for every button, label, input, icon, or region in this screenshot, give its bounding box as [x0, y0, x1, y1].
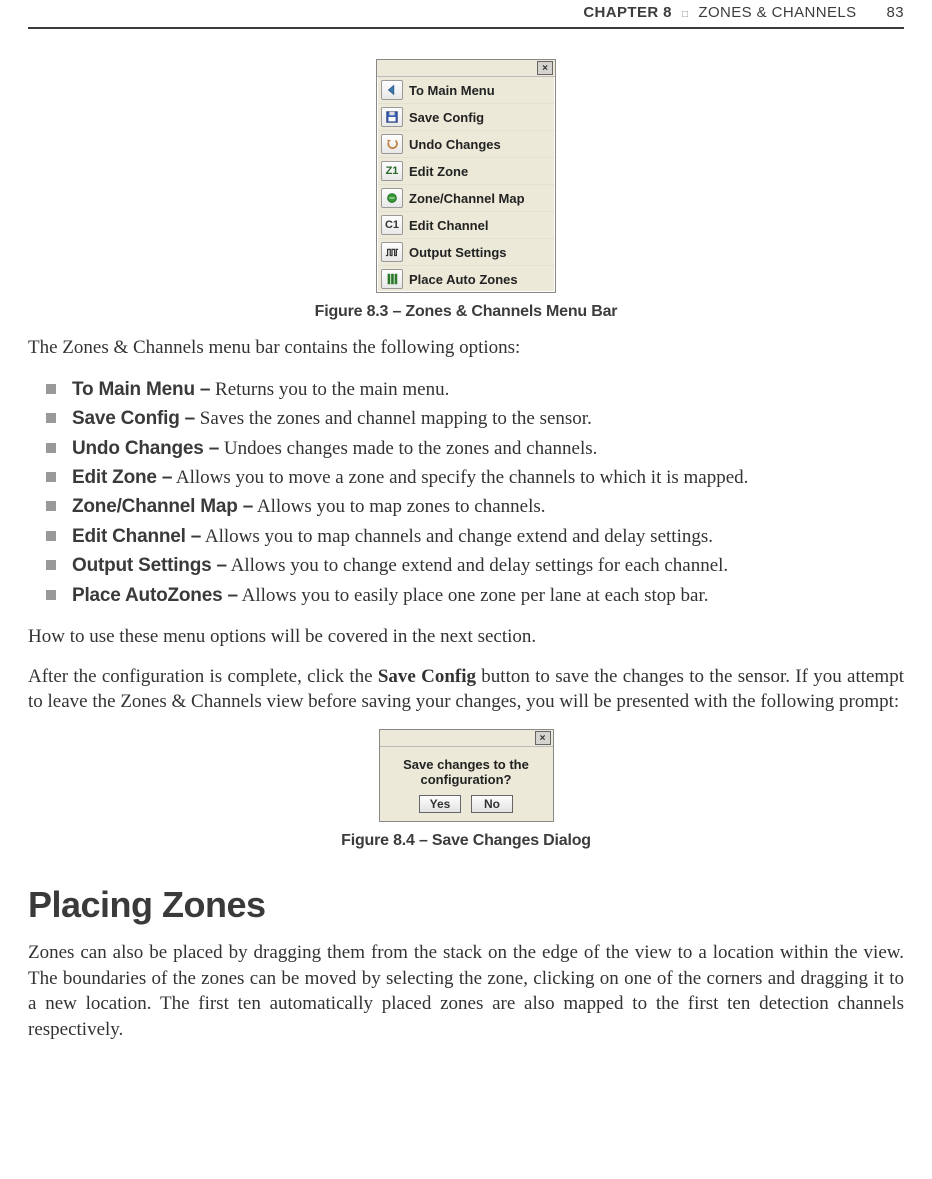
- option-desc: Saves the zones and channel mapping to t…: [195, 408, 592, 429]
- paragraph-next-section: How to use these menu options will be co…: [28, 624, 904, 650]
- option-desc: Allows you to move a zone and specify th…: [172, 467, 748, 488]
- list-item: Undo Changes – Undoes changes made to th…: [46, 434, 904, 463]
- option-desc: Allows you to map channels and change ex…: [201, 526, 713, 547]
- option-desc: Undoes changes made to the zones and cha…: [219, 438, 597, 459]
- undo-icon: [381, 134, 403, 154]
- menu-item-edit-channel[interactable]: C1 Edit Channel: [377, 211, 555, 238]
- options-list: To Main Menu – Returns you to the main m…: [28, 375, 904, 611]
- menu-item-label: Place Auto Zones: [409, 272, 518, 287]
- save-changes-dialog: × Save changes to the configuration? Yes…: [379, 729, 554, 822]
- option-label: Save Config –: [72, 408, 195, 429]
- menu-item-label: Zone/Channel Map: [409, 191, 525, 206]
- option-label: Output Settings –: [72, 555, 227, 576]
- option-desc: Returns you to the main menu.: [210, 379, 449, 400]
- zones-channels-menu-bar: × To Main Menu Save Config Undo Changes: [376, 59, 556, 293]
- list-item: Edit Channel – Allows you to map channel…: [46, 522, 904, 551]
- z1-icon: Z1: [381, 161, 403, 181]
- option-label: Zone/Channel Map –: [72, 496, 253, 517]
- save-icon: [381, 107, 403, 127]
- option-desc: Allows you to map zones to channels.: [253, 496, 545, 517]
- section-title-placing-zones: Placing Zones: [28, 884, 904, 926]
- menu-item-label: Edit Channel: [409, 218, 488, 233]
- close-icon[interactable]: ×: [535, 731, 551, 745]
- menu-item-save-config[interactable]: Save Config: [377, 103, 555, 130]
- chapter-title: ZONES & CHANNELS: [698, 4, 856, 21]
- no-button[interactable]: No: [471, 795, 513, 813]
- section-body-placing-zones: Zones can also be placed by dragging the…: [28, 940, 904, 1043]
- bullet-icon: [46, 443, 56, 453]
- menu-item-label: To Main Menu: [409, 83, 495, 98]
- bullet-icon: [46, 531, 56, 541]
- waveform-icon: [381, 242, 403, 262]
- menu-item-undo-changes[interactable]: Undo Changes: [377, 130, 555, 157]
- option-label: To Main Menu –: [72, 379, 210, 400]
- bullet-icon: [46, 590, 56, 600]
- bullet-icon: [46, 413, 56, 423]
- figure-caption: Figure 8.3 – Zones & Channels Menu Bar: [28, 303, 904, 321]
- intro-paragraph: The Zones & Channels menu bar contains t…: [28, 335, 904, 361]
- bullet-icon: [46, 501, 56, 511]
- figure-caption: Figure 8.4 – Save Changes Dialog: [28, 832, 904, 850]
- list-item: Zone/Channel Map – Allows you to map zon…: [46, 492, 904, 521]
- back-arrow-icon: [381, 80, 403, 100]
- dialog-titlebar: ×: [380, 730, 553, 747]
- option-label: Edit Zone –: [72, 467, 172, 488]
- menu-item-output-settings[interactable]: Output Settings: [377, 238, 555, 265]
- header-separator: □: [682, 9, 688, 20]
- option-label: Edit Channel –: [72, 526, 201, 547]
- bullet-icon: [46, 560, 56, 570]
- option-desc: Allows you to change extend and delay se…: [227, 555, 728, 576]
- figure-menu-bar: × To Main Menu Save Config Undo Changes: [28, 59, 904, 321]
- yes-button[interactable]: Yes: [419, 795, 461, 813]
- menu-item-to-main-menu[interactable]: To Main Menu: [377, 77, 555, 103]
- list-item: Output Settings – Allows you to change e…: [46, 551, 904, 580]
- menu-item-label: Save Config: [409, 110, 484, 125]
- menu-item-label: Output Settings: [409, 245, 507, 260]
- list-item: Place AutoZones – Allows you to easily p…: [46, 581, 904, 610]
- bullet-icon: [46, 472, 56, 482]
- list-item: To Main Menu – Returns you to the main m…: [46, 375, 904, 404]
- figure-save-dialog: × Save changes to the configuration? Yes…: [28, 729, 904, 850]
- option-label: Undo Changes –: [72, 438, 219, 459]
- dialog-message: Save changes to the configuration?: [380, 747, 553, 795]
- chapter-label: CHAPTER 8: [583, 4, 672, 21]
- save-config-bold: Save Config: [378, 666, 476, 687]
- menu-item-place-auto-zones[interactable]: Place Auto Zones: [377, 265, 555, 292]
- para-save-before: After the configuration is complete, cli…: [28, 666, 378, 687]
- map-icon: [381, 188, 403, 208]
- menu-titlebar: ×: [377, 60, 555, 77]
- menu-item-label: Undo Changes: [409, 137, 501, 152]
- menu-item-edit-zone[interactable]: Z1 Edit Zone: [377, 157, 555, 184]
- running-header: CHAPTER 8 □ ZONES & CHANNELS 83: [28, 0, 904, 29]
- list-item: Save Config – Saves the zones and channe…: [46, 404, 904, 433]
- c1-icon: C1: [381, 215, 403, 235]
- auto-zones-icon: [381, 269, 403, 289]
- page-number: 83: [887, 4, 905, 21]
- paragraph-save-config: After the configuration is complete, cli…: [28, 664, 904, 715]
- close-icon[interactable]: ×: [537, 61, 553, 75]
- option-label: Place AutoZones –: [72, 585, 238, 606]
- bullet-icon: [46, 384, 56, 394]
- list-item: Edit Zone – Allows you to move a zone an…: [46, 463, 904, 492]
- menu-item-zone-channel-map[interactable]: Zone/Channel Map: [377, 184, 555, 211]
- menu-item-label: Edit Zone: [409, 164, 468, 179]
- option-desc: Allows you to easily place one zone per …: [238, 585, 709, 606]
